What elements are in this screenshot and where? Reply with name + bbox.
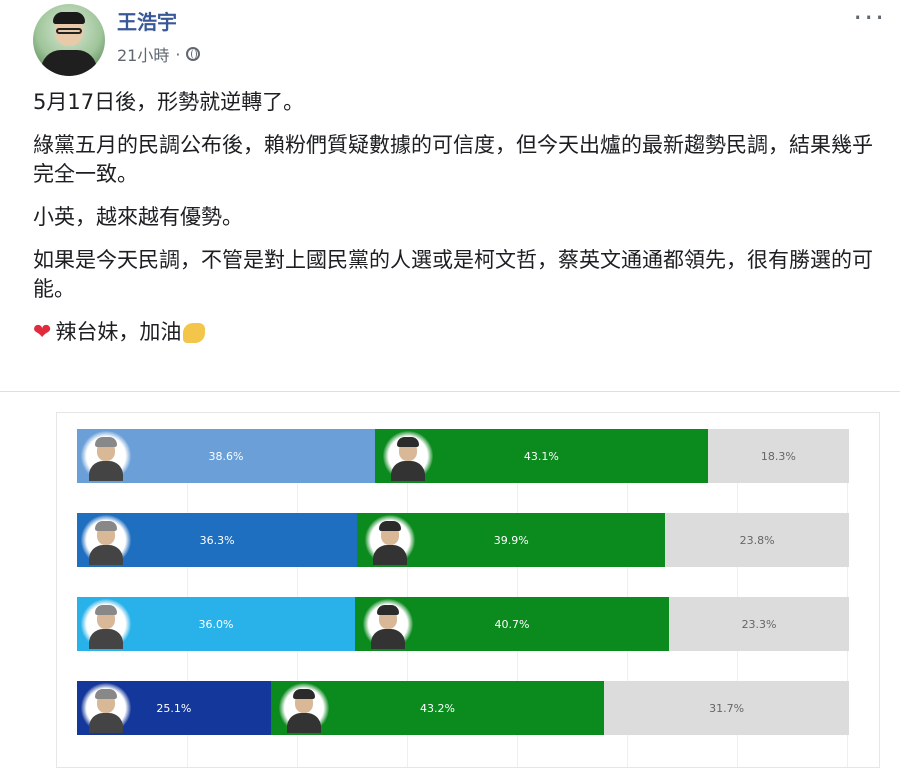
heart-icon: ❤ (33, 320, 52, 345)
bar-value-label: 36.3% (199, 533, 235, 547)
post-paragraph: 綠黨五月的民調公布後，賴粉們質疑數據的可信度，但今天出爐的最新趨勢民調，結果幾乎… (33, 133, 873, 186)
post-paragraph: 5月17日後，形勢就逆轉了。 (33, 90, 305, 114)
closing-text: 辣台妹，加油 (55, 320, 182, 344)
globe-icon[interactable] (186, 47, 201, 61)
post-paragraph: 小英，越來越有優勢。 (33, 205, 243, 229)
poll-bar-row: 36.0% 40.7% 23.3% (77, 597, 849, 651)
tsai-portrait (278, 683, 329, 733)
poll-bar-row: 38.6% 43.1% 18.3% (77, 429, 849, 483)
opponent-portrait (81, 683, 131, 733)
opponent-portrait (81, 431, 131, 481)
bar-value-label: 43.1% (523, 449, 559, 463)
more-options-icon[interactable]: ··· (853, 4, 886, 32)
poll-bar-row: 36.3% 39.9% 23.8% (77, 513, 849, 567)
poll-bar-row: 25.1% 43.2% 31.7% (77, 681, 849, 735)
bar-value-label: 23.8% (739, 533, 775, 547)
post-timestamp[interactable]: 21小時 (117, 42, 169, 66)
undecided-bar-segment: 23.3% (669, 597, 849, 651)
bar-value-label: 40.7% (494, 617, 530, 631)
post-closing-line: ❤ 辣台妹，加油 (33, 318, 873, 347)
bar-value-label: 18.3% (760, 449, 796, 463)
opponent-portrait (81, 515, 131, 565)
bar-value-label: 25.1% (156, 701, 192, 715)
undecided-bar-segment: 31.7% (604, 681, 849, 735)
undecided-bar-segment: 23.8% (665, 513, 849, 567)
bar-value-label: 39.9% (493, 533, 529, 547)
avatar-glasses (56, 28, 82, 34)
tsai-portrait (362, 599, 413, 649)
bar-value-label: 23.3% (741, 617, 777, 631)
post-header: 王浩宇 21小時 · ··· (0, 0, 900, 80)
bar-value-label: 38.6% (208, 449, 244, 463)
post-body: 5月17日後，形勢就逆轉了。 綠黨五月的民調公布後，賴粉們質疑數據的可信度，但今… (33, 88, 873, 361)
bar-value-label: 31.7% (709, 701, 745, 715)
post-photo[interactable]: 38.6% 43.1% 18.3% 36.3% 39.9% 23.8% 36.0% 40.7%… (0, 391, 900, 768)
undecided-bar-segment: 18.3% (707, 429, 849, 483)
post-meta: 21小時 · (117, 42, 201, 66)
meta-separator: · (175, 44, 181, 64)
avatar-hair (53, 12, 85, 24)
avatar-shirt (41, 50, 97, 76)
author-avatar[interactable] (33, 4, 105, 76)
tsai-portrait (382, 431, 433, 481)
poll-chart: 38.6% 43.1% 18.3% 36.3% 39.9% 23.8% 36.0% 40.7%… (56, 412, 880, 768)
post-paragraph: 如果是今天民調，不管是對上國民黨的人選或是柯文哲，蔡英文通通都領先，很有勝選的可… (33, 248, 873, 301)
flexed-biceps-icon (183, 323, 206, 343)
bar-value-label: 43.2% (420, 701, 455, 715)
tsai-portrait (365, 515, 416, 565)
author-name[interactable]: 王浩宇 (117, 6, 177, 35)
opponent-portrait (81, 599, 131, 649)
bar-value-label: 36.0% (198, 617, 234, 631)
